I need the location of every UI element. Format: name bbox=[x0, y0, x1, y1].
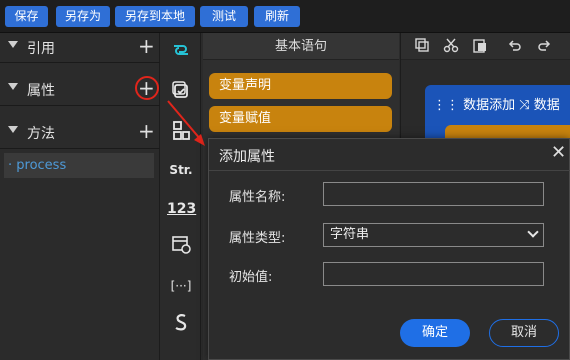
initial-value-input[interactable] bbox=[323, 262, 544, 286]
number-icon[interactable]: 123 bbox=[167, 196, 196, 222]
save-as-button[interactable]: 另存为 bbox=[56, 6, 110, 27]
caret-down-icon bbox=[8, 83, 18, 90]
caret-down-icon bbox=[8, 41, 18, 48]
refresh-button[interactable]: 刷新 bbox=[254, 6, 300, 27]
chevron-down-icon bbox=[527, 226, 539, 238]
save-button[interactable]: 保存 bbox=[5, 6, 48, 27]
test-button[interactable]: 测试 bbox=[200, 6, 248, 27]
left-panel: 引用 + 属性 + 方法 + · process bbox=[0, 33, 160, 360]
regex-s-icon[interactable] bbox=[167, 311, 195, 337]
calendar-clock-icon[interactable] bbox=[167, 233, 195, 259]
basic-statements-title: 基本语句 bbox=[203, 33, 399, 60]
add-reference-plus-icon[interactable]: + bbox=[138, 34, 155, 58]
copy-icon[interactable] bbox=[413, 37, 431, 55]
divider bbox=[209, 170, 570, 171]
redo-icon[interactable] bbox=[535, 37, 553, 55]
confirm-button[interactable]: 确定 bbox=[400, 319, 470, 347]
statement-variable-declare[interactable]: 变量声明 bbox=[209, 73, 392, 99]
flow-block[interactable]: ⋮⋮ 数据添加 ⤨ 数据 bbox=[425, 85, 570, 155]
highlight-circle bbox=[135, 76, 159, 100]
property-type-label: 属性类型: bbox=[229, 231, 286, 246]
section-reference[interactable]: 引用 + bbox=[0, 33, 160, 61]
initial-value-label: 初始值: bbox=[229, 270, 273, 285]
caret-down-icon bbox=[8, 126, 18, 133]
method-item-process[interactable]: · process bbox=[4, 153, 154, 178]
dialog-title: 添加属性 bbox=[219, 149, 275, 165]
section-label: 引用 bbox=[27, 41, 55, 57]
divider bbox=[0, 105, 160, 106]
save-local-button[interactable]: 另存到本地 bbox=[115, 6, 195, 27]
app-root: 保存 另存为 另存到本地 测试 刷新 引用 + 属性 + 方法 + · proc… bbox=[0, 0, 570, 360]
cancel-button[interactable]: 取消 bbox=[489, 319, 559, 347]
statement-variable-assign[interactable]: 变量赋值 bbox=[209, 106, 392, 132]
close-icon[interactable]: ✕ bbox=[551, 142, 566, 163]
undo-icon[interactable] bbox=[506, 37, 524, 55]
divider bbox=[0, 148, 160, 149]
top-toolbar: 保存 另存为 另存到本地 测试 刷新 bbox=[0, 0, 570, 33]
array-icon[interactable]: [···] bbox=[167, 273, 195, 299]
property-name-label: 属性名称: bbox=[229, 190, 286, 205]
paste-icon[interactable] bbox=[471, 37, 489, 55]
icon-column: Str. 123 [···] bbox=[161, 33, 201, 360]
section-method[interactable]: 方法 + bbox=[0, 118, 160, 146]
flow-block-label: ⋮⋮ 数据添加 ⤨ 数据 bbox=[433, 98, 560, 113]
add-method-plus-icon[interactable]: + bbox=[138, 119, 155, 143]
property-type-value: 字符串 bbox=[330, 227, 370, 242]
checkbox-list-icon[interactable] bbox=[167, 79, 195, 105]
section-label: 方法 bbox=[27, 126, 55, 142]
string-icon[interactable]: Str. bbox=[167, 157, 195, 183]
link-icon[interactable] bbox=[167, 39, 195, 65]
grid-blocks-icon[interactable] bbox=[167, 119, 195, 145]
property-name-input[interactable] bbox=[323, 182, 544, 206]
divider bbox=[0, 62, 160, 63]
property-type-select[interactable]: 字符串 bbox=[323, 223, 544, 247]
workspace-toolbar bbox=[401, 33, 570, 60]
section-label: 属性 bbox=[27, 83, 55, 99]
add-property-dialog: 添加属性 ✕ 属性名称: 属性类型: 字符串 初始值: 确定 取消 bbox=[208, 138, 570, 360]
cut-icon[interactable] bbox=[442, 37, 460, 55]
